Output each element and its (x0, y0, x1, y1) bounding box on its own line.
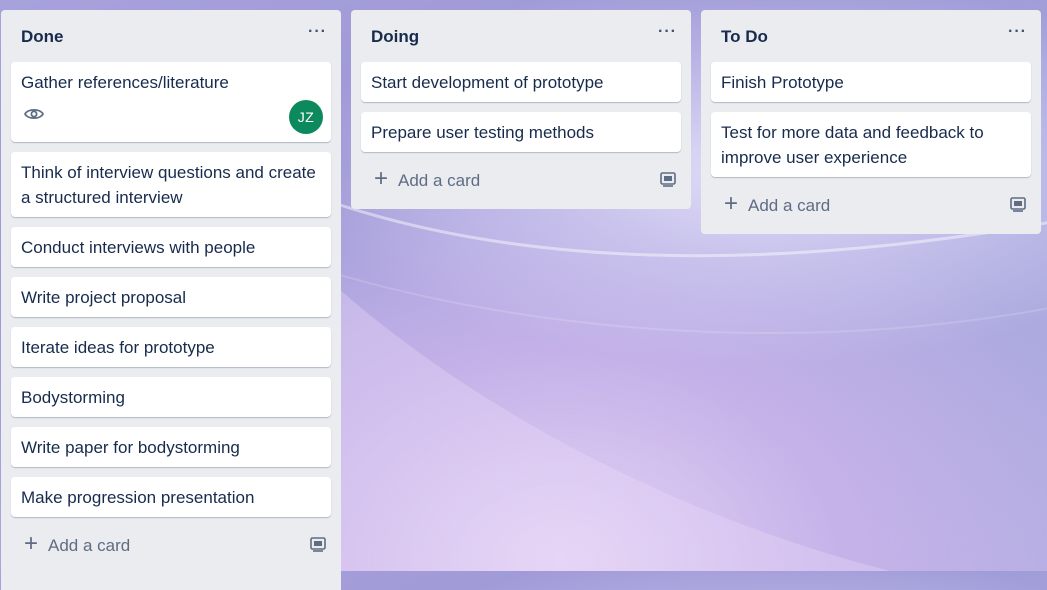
list-done: Done ··· Gather references/literature JZ… (1, 10, 341, 590)
list-title[interactable]: Done (21, 27, 64, 47)
card[interactable]: Bodystorming (11, 377, 331, 417)
card-template-icon[interactable] (1009, 195, 1027, 213)
card-template-icon[interactable] (309, 535, 327, 553)
list-title[interactable]: Doing (371, 27, 419, 47)
card-title: Gather references/literature (21, 73, 229, 92)
list-header: Doing ··· (351, 10, 691, 62)
card-title: Iterate ideas for prototype (21, 338, 215, 357)
plus-icon: + (374, 165, 389, 192)
more-horizontal-icon[interactable]: ··· (658, 24, 677, 40)
list-doing: Doing ··· Start development of prototype… (351, 10, 691, 209)
card-title: Bodystorming (21, 388, 125, 407)
card[interactable]: Conduct interviews with people (11, 227, 331, 267)
card-title: Write project proposal (21, 288, 187, 307)
card-title: Test for more data and feedback to impro… (721, 123, 984, 167)
more-horizontal-icon[interactable]: ··· (1008, 24, 1027, 40)
card-title: Start development of prototype (371, 73, 604, 92)
card[interactable]: Iterate ideas for prototype (11, 327, 331, 367)
list-to-do: To Do ··· Finish Prototype Test for more… (701, 10, 1041, 234)
card-title: Conduct interviews with people (21, 238, 256, 257)
card-title: Think of interview questions and create … (21, 163, 316, 207)
plus-icon: + (24, 530, 39, 557)
card[interactable]: Finish Prototype (711, 62, 1031, 102)
eye-icon (23, 108, 45, 120)
add-card-label: Add a card (748, 196, 831, 215)
plus-icon: + (724, 190, 739, 217)
card-list: Start development of prototype Prepare u… (351, 62, 691, 152)
card[interactable]: Prepare user testing methods (361, 112, 681, 152)
more-horizontal-icon[interactable]: ··· (308, 24, 327, 40)
card[interactable]: Make progression presentation (11, 477, 331, 517)
add-card-button[interactable]: + Add a card (361, 162, 681, 198)
card[interactable]: Gather references/literature JZ (11, 62, 331, 142)
card[interactable]: Write paper for bodystorming (11, 427, 331, 467)
card[interactable]: Write project proposal (11, 277, 331, 317)
avatar[interactable]: JZ (289, 100, 323, 134)
add-card-label: Add a card (48, 536, 131, 555)
list-header: To Do ··· (701, 10, 1041, 62)
add-card-button[interactable]: + Add a card (711, 187, 1031, 223)
list-header: Done ··· (1, 10, 341, 62)
card-title: Prepare user testing methods (371, 123, 595, 142)
card-list: Gather references/literature JZ Think of… (1, 62, 341, 517)
card-list: Finish Prototype Test for more data and … (701, 62, 1041, 177)
card-template-icon[interactable] (659, 170, 677, 188)
card[interactable]: Test for more data and feedback to impro… (711, 112, 1031, 177)
add-card-label: Add a card (398, 171, 481, 190)
card-title: Write paper for bodystorming (21, 438, 240, 457)
card-title: Finish Prototype (721, 73, 844, 92)
card[interactable]: Start development of prototype (361, 62, 681, 102)
card[interactable]: Think of interview questions and create … (11, 152, 331, 217)
list-title[interactable]: To Do (721, 27, 768, 47)
add-card-button[interactable]: + Add a card (11, 527, 331, 563)
card-title: Make progression presentation (21, 488, 255, 507)
